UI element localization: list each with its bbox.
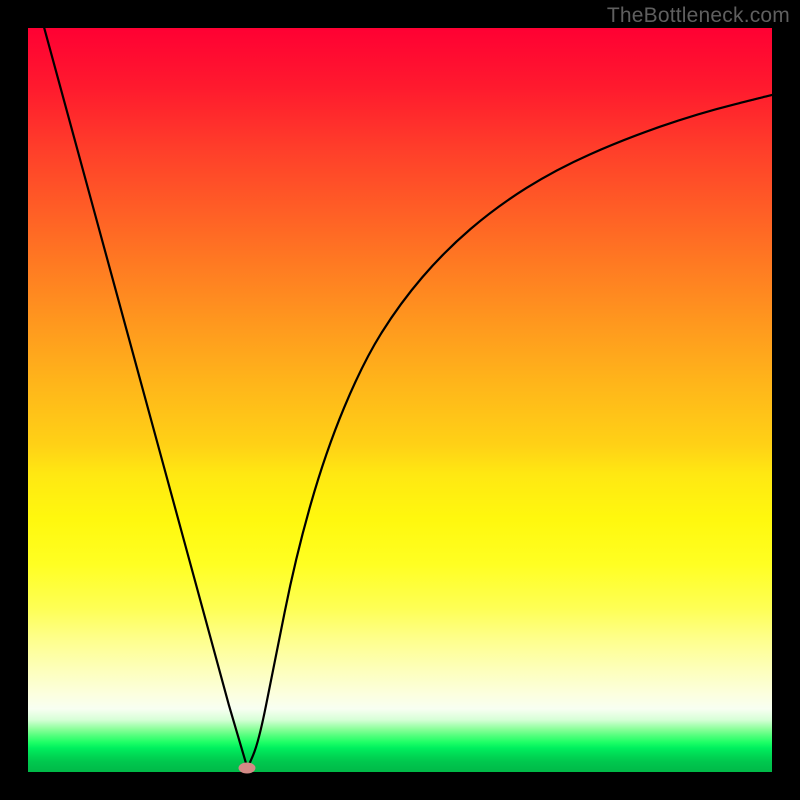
plot-area [28, 28, 772, 772]
chart-container: TheBottleneck.com [0, 0, 800, 800]
watermark-text: TheBottleneck.com [607, 4, 790, 28]
minimum-marker [239, 763, 256, 774]
bottleneck-curve [28, 28, 772, 772]
